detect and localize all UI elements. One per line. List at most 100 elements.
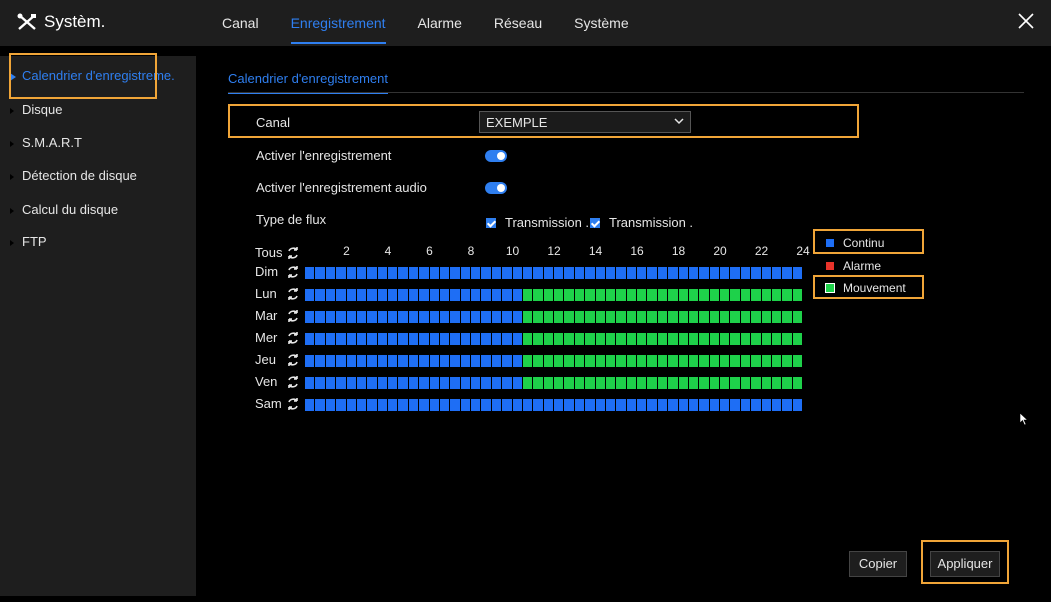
schedule-cell[interactable] (616, 311, 627, 323)
schedule-cell[interactable] (616, 355, 627, 367)
schedule-cell[interactable] (657, 333, 669, 345)
schedule-cell[interactable] (574, 399, 586, 411)
sidebar-item-calcul[interactable]: Calcul du disque (10, 202, 196, 217)
schedule-cell[interactable] (792, 267, 803, 279)
schedule-cell[interactable] (637, 311, 648, 323)
schedule-cell[interactable] (626, 399, 637, 411)
schedule-cell[interactable] (637, 377, 648, 389)
schedule-cell[interactable] (522, 267, 534, 279)
schedule-cell[interactable] (554, 355, 565, 367)
schedule-cell[interactable] (533, 267, 544, 279)
schedule-cell[interactable] (543, 355, 554, 367)
legend-alarme[interactable]: Alarme (826, 259, 881, 273)
schedule-cell[interactable] (554, 377, 565, 389)
schedule-cell[interactable] (595, 399, 606, 411)
schedule-cell[interactable] (574, 267, 586, 279)
schedule-cell[interactable] (419, 311, 430, 323)
schedule-cell[interactable] (616, 399, 627, 411)
schedule-cell[interactable] (782, 377, 793, 389)
schedule-cell[interactable] (377, 399, 388, 411)
schedule-cell[interactable] (419, 399, 430, 411)
schedule-cell[interactable] (356, 311, 368, 323)
schedule-cell[interactable] (315, 267, 326, 279)
schedule-cell[interactable] (792, 377, 803, 389)
schedule-cell[interactable] (720, 355, 731, 367)
schedule-cell[interactable] (709, 289, 720, 301)
schedule-cell[interactable] (398, 311, 409, 323)
schedule-row[interactable] (305, 267, 803, 279)
schedule-cell[interactable] (668, 377, 679, 389)
tab-reseau[interactable]: Réseau (494, 0, 542, 46)
schedule-cell[interactable] (481, 399, 492, 411)
schedule-cell[interactable] (647, 377, 658, 389)
schedule-cell[interactable] (305, 333, 316, 345)
schedule-cell[interactable] (720, 267, 731, 279)
schedule-cell[interactable] (471, 377, 482, 389)
schedule-cell[interactable] (761, 399, 772, 411)
refresh-day-icon[interactable] (286, 265, 300, 279)
schedule-cell[interactable] (439, 311, 451, 323)
schedule-cell[interactable] (367, 289, 378, 301)
schedule-cell[interactable] (740, 311, 752, 323)
schedule-cell[interactable] (678, 399, 689, 411)
schedule-cell[interactable] (678, 355, 689, 367)
schedule-cell[interactable] (512, 355, 523, 367)
schedule-cell[interactable] (740, 289, 752, 301)
schedule-cell[interactable] (471, 311, 482, 323)
schedule-cell[interactable] (668, 267, 679, 279)
schedule-cell[interactable] (709, 333, 720, 345)
schedule-cell[interactable] (502, 377, 513, 389)
schedule-cell[interactable] (740, 355, 752, 367)
schedule-cell[interactable] (720, 377, 731, 389)
schedule-cell[interactable] (512, 399, 523, 411)
schedule-cell[interactable] (637, 333, 648, 345)
schedule-cell[interactable] (460, 399, 471, 411)
schedule-cell[interactable] (616, 267, 627, 279)
schedule-cell[interactable] (699, 289, 710, 301)
schedule-cell[interactable] (668, 355, 679, 367)
schedule-cell[interactable] (315, 289, 326, 301)
schedule-cell[interactable] (626, 355, 637, 367)
schedule-cell[interactable] (699, 333, 710, 345)
sidebar-item-ftp[interactable]: FTP (10, 234, 196, 249)
schedule-cell[interactable] (771, 377, 783, 389)
schedule-cell[interactable] (605, 355, 617, 367)
schedule-cell[interactable] (388, 333, 399, 345)
schedule-cell[interactable] (637, 267, 648, 279)
schedule-cell[interactable] (346, 267, 357, 279)
schedule-cell[interactable] (388, 267, 399, 279)
schedule-cell[interactable] (367, 267, 378, 279)
schedule-cell[interactable] (439, 267, 451, 279)
schedule-cell[interactable] (460, 289, 471, 301)
schedule-cell[interactable] (678, 333, 689, 345)
schedule-cell[interactable] (564, 289, 575, 301)
schedule-cell[interactable] (439, 289, 451, 301)
schedule-cell[interactable] (419, 267, 430, 279)
schedule-cell[interactable] (740, 333, 752, 345)
schedule-cell[interactable] (730, 267, 741, 279)
schedule-cell[interactable] (585, 377, 596, 389)
schedule-cell[interactable] (792, 289, 803, 301)
schedule-cell[interactable] (647, 355, 658, 367)
stream-checkbox-main[interactable] (486, 218, 496, 228)
copy-button[interactable]: Copier (849, 551, 907, 577)
schedule-row[interactable] (305, 311, 803, 323)
schedule-cell[interactable] (751, 333, 762, 345)
schedule-cell[interactable] (429, 333, 440, 345)
schedule-cell[interactable] (522, 355, 534, 367)
schedule-cell[interactable] (554, 399, 565, 411)
schedule-cell[interactable] (398, 399, 409, 411)
schedule-cell[interactable] (429, 377, 440, 389)
schedule-cell[interactable] (491, 311, 503, 323)
schedule-cell[interactable] (502, 355, 513, 367)
schedule-cell[interactable] (771, 355, 783, 367)
schedule-cell[interactable] (771, 289, 783, 301)
schedule-cell[interactable] (419, 289, 430, 301)
schedule-cell[interactable] (398, 333, 409, 345)
schedule-cell[interactable] (657, 399, 669, 411)
schedule-cell[interactable] (626, 377, 637, 389)
schedule-cell[interactable] (377, 289, 388, 301)
schedule-cell[interactable] (626, 267, 637, 279)
schedule-cell[interactable] (388, 377, 399, 389)
schedule-cell[interactable] (574, 377, 586, 389)
